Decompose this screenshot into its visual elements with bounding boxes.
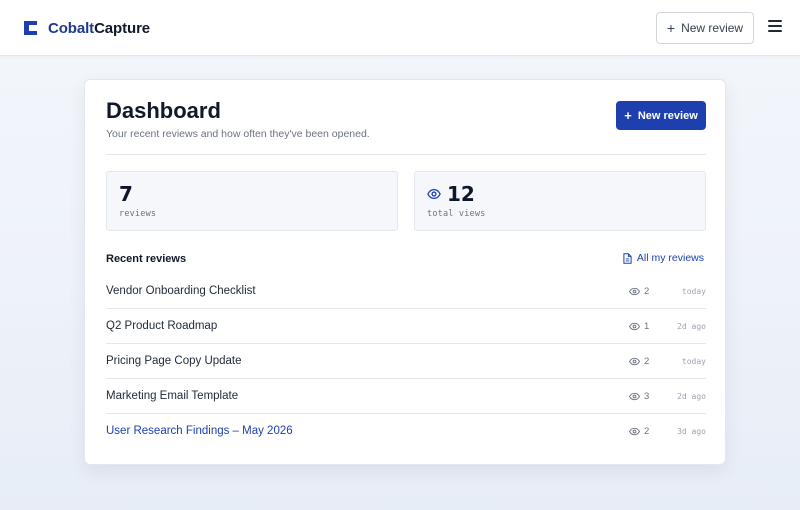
eye-icon — [629, 357, 640, 366]
brand-mark-icon — [24, 21, 37, 35]
stat-card-reviews: 7 reviews — [106, 171, 398, 231]
hamburger-menu-icon[interactable] — [766, 20, 784, 36]
list-item[interactable]: Marketing Email Template 3 2d ago — [106, 379, 706, 414]
eye-icon — [629, 392, 640, 401]
review-title: Q2 Product Roadmap — [106, 320, 218, 332]
stat-value: 12 — [427, 182, 475, 206]
view-count: 2 — [629, 286, 649, 297]
list-item[interactable]: Vendor Onboarding Checklist 2 today — [106, 274, 706, 309]
all-my-reviews-link[interactable]: All my reviews — [623, 252, 704, 264]
view-count: 1 — [629, 321, 649, 332]
eye-icon — [629, 427, 640, 436]
plus-icon: + — [624, 108, 632, 123]
review-time: today — [681, 357, 706, 366]
top-bar: CobaltCapture + New review — [0, 0, 800, 56]
review-time: 2d ago — [677, 322, 706, 331]
list-item[interactable]: Pricing Page Copy Update 2 today — [106, 344, 706, 379]
document-icon — [623, 252, 632, 264]
list-item[interactable]: Q2 Product Roadmap 1 2d ago — [106, 309, 706, 344]
brand-name: CobaltCapture — [48, 19, 151, 37]
eye-icon — [629, 322, 640, 331]
page-title: Dashboard — [106, 98, 221, 123]
view-count: 3 — [629, 391, 649, 402]
brand-logo[interactable]: CobaltCapture — [24, 18, 150, 38]
all-my-reviews-label: All my reviews — [636, 252, 704, 264]
view-count: 2 — [629, 426, 649, 437]
new-review-label: New review — [637, 109, 698, 122]
review-title: Pricing Page Copy Update — [106, 355, 242, 367]
review-time: 2d ago — [677, 392, 706, 401]
recent-reviews-list: Vendor Onboarding Checklist 2 today Q2 P… — [106, 274, 706, 449]
eye-icon — [427, 188, 441, 200]
new-review-button[interactable]: + New review — [616, 101, 706, 130]
dashboard-card: Dashboard Your recent reviews and how of… — [84, 79, 726, 465]
stat-value: 7 — [119, 182, 133, 206]
recent-reviews-heading: Recent reviews — [106, 253, 187, 265]
page-subtitle: Your recent reviews and how often they'v… — [106, 128, 370, 140]
review-title: Marketing Email Template — [106, 390, 239, 402]
topbar-new-review-label: New review — [681, 21, 744, 35]
plus-icon: + — [666, 20, 676, 36]
topbar-new-review-button[interactable]: + New review — [656, 12, 754, 44]
divider — [106, 154, 706, 155]
review-time: today — [681, 287, 706, 296]
review-time: 3d ago — [677, 427, 706, 436]
eye-icon — [629, 287, 640, 296]
stat-card-total-views: 12 total views — [414, 171, 706, 231]
review-title: User Research Findings – May 2026 — [106, 425, 293, 437]
stat-label: total views — [427, 209, 486, 219]
view-count: 2 — [629, 356, 649, 367]
list-item[interactable]: User Research Findings – May 2026 2 3d a… — [106, 414, 706, 449]
stat-label: reviews — [119, 209, 157, 219]
review-title: Vendor Onboarding Checklist — [106, 285, 256, 297]
